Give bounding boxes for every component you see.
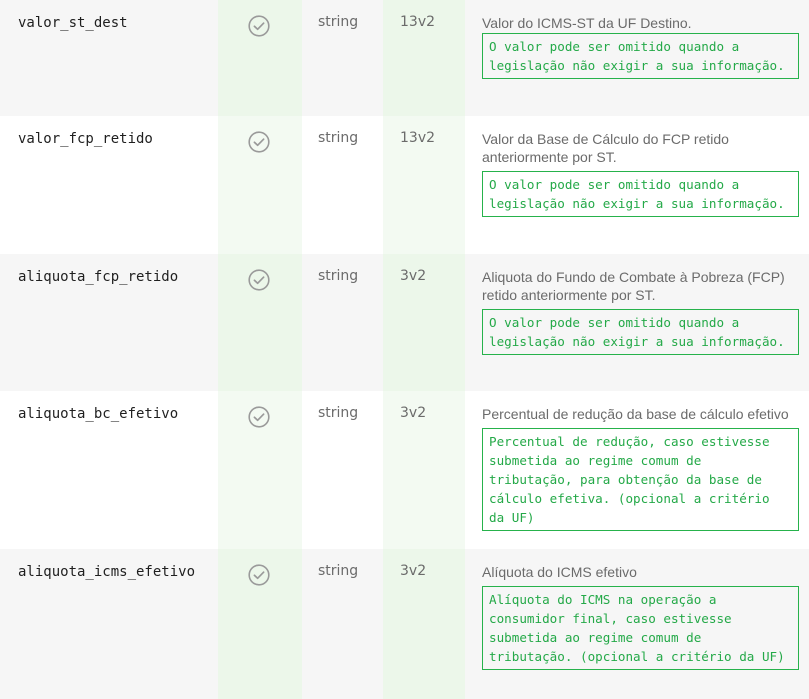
table-row: valor_fcp_retido string 13v2 Valor da Ba… <box>0 116 809 254</box>
field-description: Alíquota do ICMS efetivo <box>482 564 637 580</box>
field-type: string <box>318 14 359 30</box>
table-row: aliquota_icms_efetivo string 3v2 Alíquot… <box>0 549 809 699</box>
check-circle-icon <box>248 269 270 291</box>
type-cell: string <box>302 116 383 254</box>
field-version: 3v2 <box>400 405 427 421</box>
field-note: Percentual de redução, caso estivesse su… <box>482 428 799 531</box>
field-note: Alíquota do ICMS na operação a consumido… <box>482 586 799 670</box>
version-cell: 13v2 <box>383 116 465 254</box>
field-type: string <box>318 563 359 579</box>
check-circle-icon <box>248 406 270 428</box>
required-cell <box>218 391 302 549</box>
table-row: aliquota_bc_efetivo string 3v2 Percentua… <box>0 391 809 549</box>
field-note: O valor pode ser omitido quando a legisl… <box>482 33 799 79</box>
type-cell: string <box>302 254 383 391</box>
field-type: string <box>318 405 359 421</box>
check-circle-icon <box>248 564 270 586</box>
required-cell <box>218 549 302 699</box>
field-version: 13v2 <box>400 14 436 30</box>
field-note: O valor pode ser omitido quando a legisl… <box>482 171 799 217</box>
field-name: aliquota_icms_efetivo <box>18 564 196 580</box>
field-name-cell: aliquota_bc_efetivo <box>0 391 218 549</box>
field-name: valor_st_dest <box>18 15 128 31</box>
table-row: valor_st_dest string 13v2 Valor do ICMS-… <box>0 0 809 116</box>
field-version: 3v2 <box>400 268 427 284</box>
field-description: Valor da Base de Cálculo do FCP retido a… <box>482 131 729 165</box>
field-name-cell: aliquota_icms_efetivo <box>0 549 218 699</box>
version-cell: 3v2 <box>383 391 465 549</box>
field-description: Aliquota do Fundo de Combate à Pobreza (… <box>482 269 785 303</box>
description-cell: Valor do ICMS-ST da UF Destino. O valor … <box>465 0 809 116</box>
field-name: aliquota_bc_efetivo <box>18 406 179 422</box>
description-cell: Percentual de redução da base de cálculo… <box>465 391 809 549</box>
check-circle-icon <box>248 15 270 37</box>
required-cell <box>218 0 302 116</box>
field-note: O valor pode ser omitido quando a legisl… <box>482 309 799 355</box>
field-description: Percentual de redução da base de cálculo… <box>482 406 789 422</box>
version-cell: 13v2 <box>383 0 465 116</box>
description-cell: Aliquota do Fundo de Combate à Pobreza (… <box>465 254 809 391</box>
field-description: Valor do ICMS-ST da UF Destino. <box>482 15 692 31</box>
field-type: string <box>318 130 359 146</box>
version-cell: 3v2 <box>383 254 465 391</box>
field-name-cell: valor_st_dest <box>0 0 218 116</box>
field-version: 13v2 <box>400 130 436 146</box>
field-name: valor_fcp_retido <box>18 131 153 147</box>
field-type: string <box>318 268 359 284</box>
table-row: aliquota_fcp_retido string 3v2 Aliquota … <box>0 254 809 391</box>
field-name: aliquota_fcp_retido <box>18 269 179 285</box>
description-cell: Alíquota do ICMS efetivo Alíquota do ICM… <box>465 549 809 699</box>
fields-table: valor_st_dest string 13v2 Valor do ICMS-… <box>0 0 809 699</box>
type-cell: string <box>302 549 383 699</box>
field-version: 3v2 <box>400 563 427 579</box>
version-cell: 3v2 <box>383 549 465 699</box>
type-cell: string <box>302 0 383 116</box>
field-name-cell: aliquota_fcp_retido <box>0 254 218 391</box>
description-cell: Valor da Base de Cálculo do FCP retido a… <box>465 116 809 254</box>
required-cell <box>218 116 302 254</box>
check-circle-icon <box>248 131 270 153</box>
required-cell <box>218 254 302 391</box>
field-name-cell: valor_fcp_retido <box>0 116 218 254</box>
type-cell: string <box>302 391 383 549</box>
